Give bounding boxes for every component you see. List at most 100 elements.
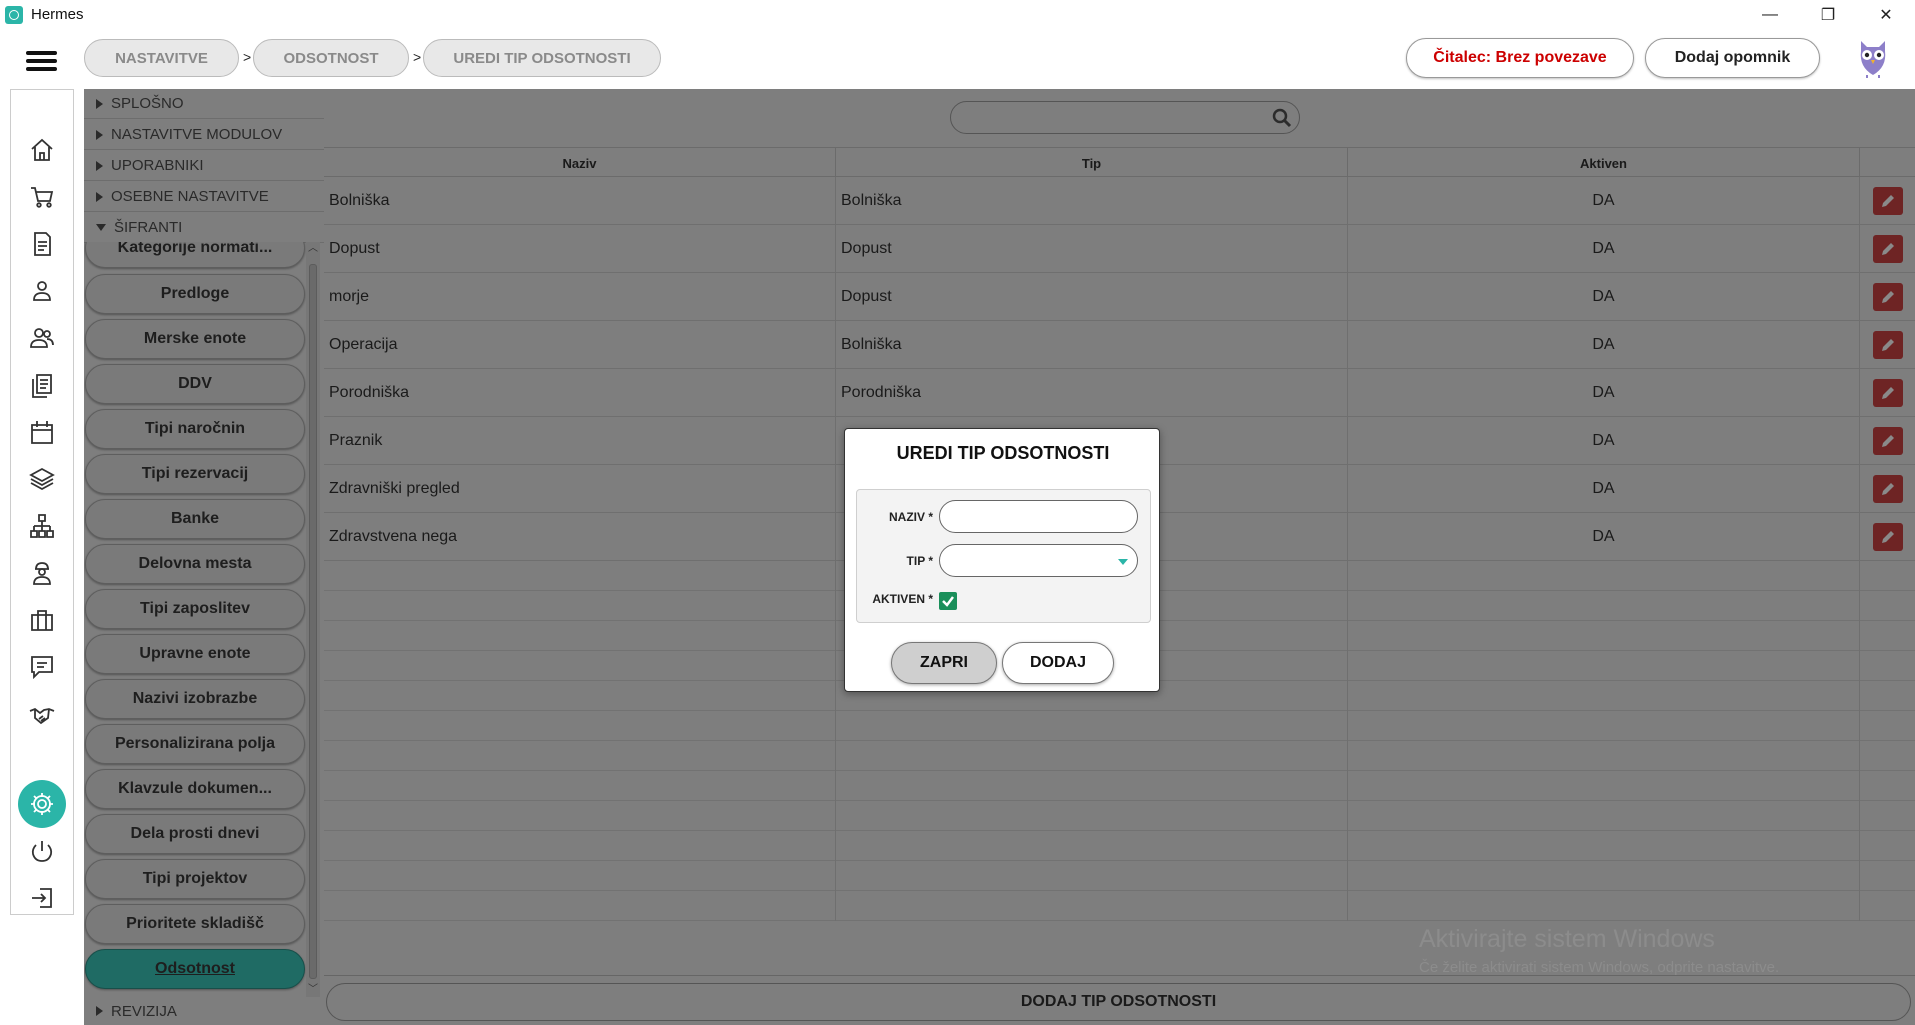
naziv-label: NAZIV * — [888, 510, 933, 524]
edit-button[interactable] — [1873, 283, 1903, 311]
empty-cell — [836, 891, 1348, 921]
tip-dropdown[interactable] — [939, 544, 1138, 577]
scrollbar-thumb[interactable] — [309, 264, 317, 979]
window-titlebar: Hermes — ❐ ✕ — [0, 0, 1915, 29]
list-item[interactable]: Upravne enote — [85, 634, 305, 674]
dialog-form: NAZIV * TIP * AKTIVEN * — [856, 489, 1151, 623]
cell-aktiven: DA — [1348, 465, 1860, 513]
list-item-odsotnost[interactable]: Odsotnost — [85, 949, 305, 989]
list-item[interactable]: Personalizirana polja — [85, 724, 305, 764]
table-row[interactable]: Operacija Bolniška DA — [324, 321, 1915, 369]
documents-icon[interactable] — [25, 368, 59, 402]
cart-icon[interactable] — [25, 180, 59, 214]
column-header-tip[interactable]: Tip — [836, 148, 1348, 178]
list-item[interactable]: Tipi naročnin — [85, 409, 305, 449]
empty-cell — [324, 831, 836, 861]
edit-button[interactable] — [1873, 475, 1903, 503]
list-item[interactable]: Tipi rezervacij — [85, 454, 305, 494]
close-window-button[interactable]: ✕ — [1857, 0, 1915, 29]
cell-aktiven: DA — [1348, 225, 1860, 273]
table-row[interactable]: Dopust Dopust DA — [324, 225, 1915, 273]
table-header: Naziv Tip Aktiven — [324, 147, 1915, 178]
list-item[interactable]: Kategorije normati... — [85, 242, 305, 268]
user-icon[interactable] — [25, 274, 59, 308]
table-row[interactable]: Porodniška Porodniška DA — [324, 369, 1915, 417]
search-icon[interactable] — [1271, 107, 1293, 129]
section-sifranti[interactable]: ŠIFRANTI — [84, 213, 324, 243]
section-revizija[interactable]: REVIZIJA — [84, 997, 324, 1025]
chevron-down-icon — [1118, 559, 1128, 565]
section-label: REVIZIJA — [111, 1002, 177, 1020]
edit-button[interactable] — [1873, 331, 1903, 359]
reader-status-button[interactable]: Čitalec: Brez povezave — [1406, 38, 1634, 78]
list-item[interactable]: Merske enote — [85, 319, 305, 359]
edit-button[interactable] — [1873, 235, 1903, 263]
scroll-down-icon[interactable]: ﹀ — [306, 983, 320, 997]
cell-tip: Dopust — [836, 273, 1348, 321]
scroll-up-icon[interactable]: ︿ — [306, 242, 320, 256]
list-item[interactable]: Tipi projektov — [85, 859, 305, 899]
breadcrumb-nastavitve[interactable]: NASTAVITVE — [84, 39, 239, 77]
empty-cell — [324, 561, 836, 591]
list-item[interactable]: Dela prosti dnevi — [85, 814, 305, 854]
empty-cell — [836, 711, 1348, 741]
search-input[interactable] — [950, 101, 1300, 134]
add-reminder-button[interactable]: Dodaj opomnik — [1645, 38, 1820, 78]
section-splosno[interactable]: SPLOŠNO — [84, 89, 324, 119]
breadcrumb-odsotnost[interactable]: ODSOTNOST — [253, 39, 409, 77]
list-item[interactable]: DDV — [85, 364, 305, 404]
close-dialog-button[interactable]: ZAPRI — [891, 642, 997, 684]
column-header-aktiven[interactable]: Aktiven — [1348, 148, 1860, 178]
list-item[interactable]: Klavzule dokumen... — [85, 769, 305, 809]
table-row[interactable]: morje Dopust DA — [324, 273, 1915, 321]
list-item[interactable]: Nazivi izobrazbe — [85, 679, 305, 719]
section-osebne-nastavitve[interactable]: OSEBNE NASTAVITVE — [84, 182, 324, 212]
empty-cell — [1348, 591, 1860, 621]
aktiven-checkbox[interactable] — [939, 592, 957, 610]
add-dialog-button[interactable]: DODAJ — [1002, 642, 1114, 684]
table-row[interactable]: Bolniška Bolniška DA — [324, 177, 1915, 225]
edit-button[interactable] — [1873, 523, 1903, 551]
edit-button[interactable] — [1873, 427, 1903, 455]
icon-sidebar — [10, 89, 74, 915]
empty-cell — [324, 861, 836, 891]
worker-icon[interactable] — [25, 556, 59, 590]
list-item[interactable]: Prioritete skladišč — [85, 904, 305, 944]
empty-row — [324, 891, 1915, 921]
owl-avatar-icon[interactable] — [1853, 37, 1893, 79]
section-nastavitve-modulov[interactable]: NASTAVITVE MODULOV — [84, 120, 324, 150]
list-item[interactable]: Predloge — [85, 274, 305, 314]
edit-button[interactable] — [1873, 187, 1903, 215]
cell-aktiven: DA — [1348, 417, 1860, 465]
chat-icon[interactable] — [25, 650, 59, 684]
gear-icon[interactable] — [18, 780, 66, 828]
network-icon[interactable] — [25, 509, 59, 543]
list-item[interactable]: Banke — [85, 499, 305, 539]
handshake-icon[interactable] — [25, 697, 59, 731]
users-icon[interactable] — [25, 321, 59, 355]
layers-icon[interactable] — [25, 462, 59, 496]
section-label: ŠIFRANTI — [114, 219, 183, 236]
checkmark-icon — [942, 596, 954, 607]
menu-icon[interactable] — [26, 51, 57, 71]
list-item[interactable]: Tipi zaposlitev — [85, 589, 305, 629]
section-uporabniki[interactable]: UPORABNIKI — [84, 151, 324, 181]
edit-button[interactable] — [1873, 379, 1903, 407]
document-icon[interactable] — [25, 227, 59, 261]
home-icon[interactable] — [25, 133, 59, 167]
pencil-icon — [1882, 243, 1894, 255]
sifranti-list: Kategorije normati... Predloge Merske en… — [84, 242, 324, 997]
add-absence-type-button[interactable]: DODAJ TIP ODSOTNOSTI — [326, 983, 1911, 1021]
naziv-field[interactable] — [939, 500, 1138, 533]
logout-icon[interactable] — [25, 881, 59, 915]
empty-row — [324, 771, 1915, 801]
column-header-naziv[interactable]: Naziv — [324, 148, 836, 178]
briefcase-icon[interactable] — [25, 603, 59, 637]
maximize-button[interactable]: ❐ — [1799, 0, 1857, 29]
breadcrumb-uredi-tip-odsotnosti[interactable]: UREDI TIP ODSOTNOSTI — [423, 39, 661, 77]
calendar-icon[interactable] — [25, 415, 59, 449]
list-item[interactable]: Delovna mesta — [85, 544, 305, 584]
empty-cell — [836, 801, 1348, 831]
power-icon[interactable] — [25, 834, 59, 868]
minimize-button[interactable]: — — [1741, 0, 1799, 29]
